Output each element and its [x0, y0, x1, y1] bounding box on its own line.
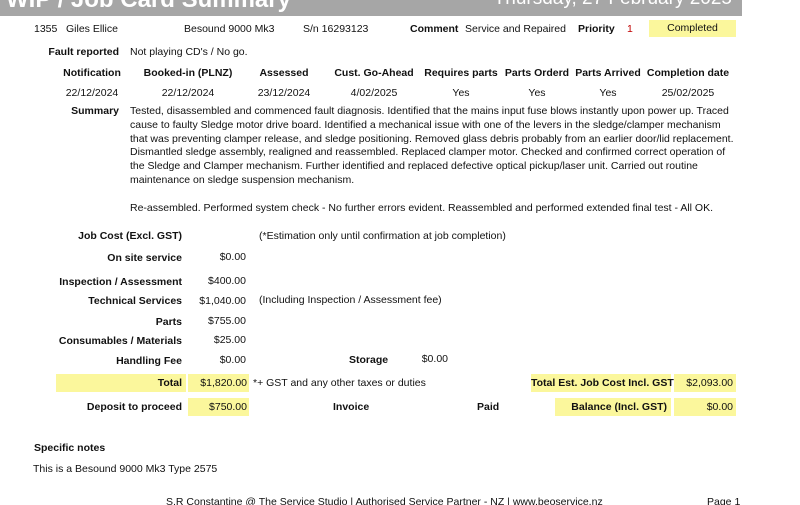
storage-value: $0.00 [421, 353, 448, 365]
fault-value: Not playing CD's / No go. [130, 46, 248, 58]
date-header-assessed: Assessed [259, 67, 309, 79]
summary-paragraph-2: Re-assembled. Performed system check - N… [130, 201, 714, 214]
total-label: Total [56, 374, 186, 392]
handling-value: $0.00 [219, 354, 246, 366]
date-value-completion: 25/02/2025 [661, 87, 715, 99]
report-title: WIP / Job Card Summary [6, 0, 291, 14]
notes-label: Specific notes [34, 442, 106, 454]
comment-value: Service and Repaired [465, 23, 566, 35]
notes-text: This is a Besound 9000 Mk3 Type 2575 [33, 463, 218, 475]
date-header-completion: Completion date [646, 67, 730, 79]
balance-value: $0.00 [674, 398, 736, 416]
priority-label: Priority [578, 23, 615, 35]
date-value-booked-in: 22/12/2024 [161, 87, 215, 99]
job-number: 1355 [34, 23, 58, 35]
date-value-go-ahead: 4/02/2025 [350, 87, 398, 99]
date-header-notification: Notification [63, 67, 121, 79]
parts-label: Parts [155, 316, 182, 328]
consumables-label: Consumables / Materials [58, 335, 182, 347]
parts-value: $755.00 [208, 315, 246, 327]
invoice-label: Invoice [333, 401, 370, 413]
est-total-value: $2,093.00 [674, 374, 736, 392]
customer-name: Giles Ellice [66, 23, 118, 35]
summary-text: Tested, disassembled and commenced fault… [130, 105, 740, 216]
serial-number: S/n 16293123 [303, 23, 369, 35]
balance-label: Balance (Incl. GST) [555, 398, 671, 416]
onsite-value: $0.00 [219, 251, 246, 263]
summary-label: Summary [71, 105, 119, 117]
total-value: $1,820.00 [188, 374, 249, 392]
paid-label: Paid [477, 401, 500, 413]
deposit-value: $750.00 [188, 398, 249, 416]
storage-label: Storage [349, 354, 389, 366]
product-model: Besound 9000 Mk3 [184, 23, 275, 35]
summary-paragraph-1: Tested, disassembled and commenced fault… [130, 105, 734, 186]
est-total-label: Total Est. Job Cost Incl. GST [531, 374, 674, 392]
handling-label: Handling Fee [116, 355, 182, 367]
date-header-booked-in: Booked-in (PLNZ) [143, 67, 233, 79]
date-header-go-ahead: Cust. Go-Ahead [334, 67, 414, 79]
fault-label: Fault reported [48, 46, 119, 58]
estimation-note: (*Estimation only until confirmation at … [259, 230, 506, 242]
footer-text: S.R Constantine @ The Service Studio | A… [166, 496, 603, 505]
date-value-assessed: 23/12/2024 [257, 87, 311, 99]
inspection-value: $400.00 [208, 275, 246, 287]
page-number: Page 1 [707, 496, 741, 505]
job-cost-label: Job Cost (Excl. GST) [78, 230, 182, 242]
technical-value: $1,040.00 [199, 295, 246, 307]
priority-value: 1 [627, 23, 633, 35]
report-date: Thursday, 27 February 2025 [494, 0, 732, 10]
total-note: *+ GST and any other taxes or duties [253, 377, 426, 389]
onsite-label: On site service [107, 252, 182, 264]
comment-label: Comment [410, 23, 459, 35]
deposit-label: Deposit to proceed [86, 401, 182, 413]
report-banner: WIP / Job Card Summary Thursday, 27 Febr… [0, 0, 742, 16]
consumables-value: $25.00 [213, 334, 246, 346]
technical-note: (Including Inspection / Assessment fee) [259, 294, 442, 306]
technical-label: Technical Services [88, 295, 182, 307]
date-value-notification: 22/12/2024 [65, 87, 119, 99]
inspection-label: Inspection / Assessment [59, 276, 182, 288]
status-badge: Completed [649, 20, 736, 37]
